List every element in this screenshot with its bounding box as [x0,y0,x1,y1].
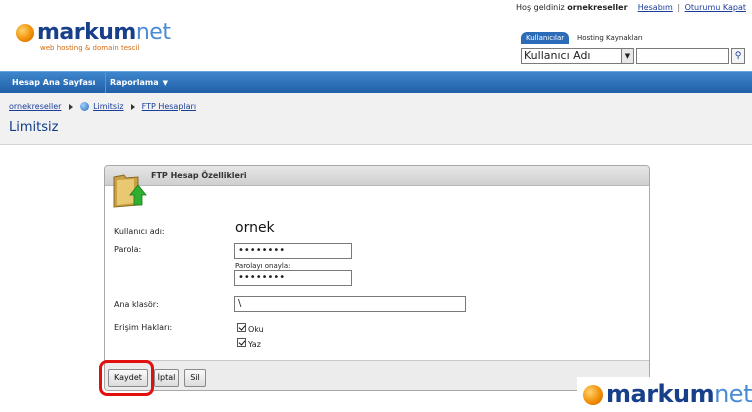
header: markumnet web hosting & domain tescil Ho… [0,0,752,70]
globe-icon [583,385,603,405]
globe-icon [79,102,89,111]
username-label: Kullanıcı adı: [114,227,165,236]
logout-link[interactable]: Oturumu Kapat [685,3,746,12]
account-link[interactable]: Hesabım [638,3,673,12]
breadcrumb-area: ornekreseller Limitsiz FTP Hesapları Lim… [0,93,752,145]
password-label: Parola: [114,245,142,254]
password-field[interactable]: •••••••• [234,243,352,259]
cancel-button[interactable]: İptal [154,369,179,387]
search-field-value: Kullanıcı Adı [524,49,591,62]
breadcrumb: ornekreseller Limitsiz FTP Hesapları [9,102,196,111]
username-value: ornek [235,220,275,236]
save-highlight-ring [99,360,154,396]
search-input[interactable] [636,48,729,64]
logo-text: markumnet [37,20,171,45]
separator: | [677,3,681,12]
confirm-password-field[interactable]: •••••••• [234,270,352,286]
breadcrumb-item-plan[interactable]: Limitsiz [93,102,123,111]
tab-users[interactable]: Kullanıcılar [521,32,570,44]
search-tabs: Kullanıcılar Hosting Kaynakları [521,32,648,44]
confirm-password-label: Parolayı onayla: [235,262,291,270]
home-folder-field[interactable]: \ [234,296,466,312]
watermark-text: markumnet [606,380,752,408]
read-label: Oku [248,325,264,334]
read-checkbox[interactable] [237,323,246,332]
search-field-select[interactable]: Kullanıcı Adı ▼ [521,48,634,64]
main-nav: Hesap Ana Sayfası Raporlama ▼ [0,71,752,94]
page-title: Limitsiz [9,120,59,135]
watermark-logo: markumnet [577,377,752,412]
breadcrumb-item-reseller[interactable]: ornekreseller [9,102,61,111]
globe-icon [16,24,34,42]
chevron-right-icon [131,103,136,110]
ftp-properties-panel: FTP Hesap Özellikleri [104,165,650,391]
chevron-down-icon: ▼ [162,79,168,87]
brand-logo[interactable]: markumnet web hosting & domain tescil [16,20,176,54]
chevron-down-icon[interactable]: ▼ [621,49,633,63]
delete-button[interactable]: Sil [184,369,206,387]
search-row: Kullanıcı Adı ▼ ⚲ [521,48,745,64]
breadcrumb-item-ftp-accounts[interactable]: FTP Hesapları [142,102,196,111]
tab-hosting-resources[interactable]: Hosting Kaynakları [572,32,648,44]
greeting-text: Hoş geldiniz [516,3,565,12]
nav-account-home[interactable]: Hesap Ana Sayfası [2,72,107,94]
write-label: Yaz [248,340,261,349]
logo-tagline: web hosting & domain tescil [40,44,140,52]
folder-upload-icon [113,174,147,208]
top-user-bar: Hoş geldiniz ornekreseller Hesabım | Otu… [516,3,746,12]
nav-reports[interactable]: Raporlama ▼ [100,72,178,94]
home-folder-label: Ana klasör: [114,300,159,309]
username-text: ornekreseller [567,3,628,12]
access-rights-label: Erişim Hakları: [114,323,173,332]
nav-reports-label: Raporlama [110,78,159,87]
panel-header: FTP Hesap Özellikleri [105,166,649,186]
write-checkbox[interactable] [237,338,246,347]
panel-title: FTP Hesap Özellikleri [151,171,247,180]
search-icon[interactable]: ⚲ [731,48,745,64]
chevron-right-icon [69,103,73,110]
